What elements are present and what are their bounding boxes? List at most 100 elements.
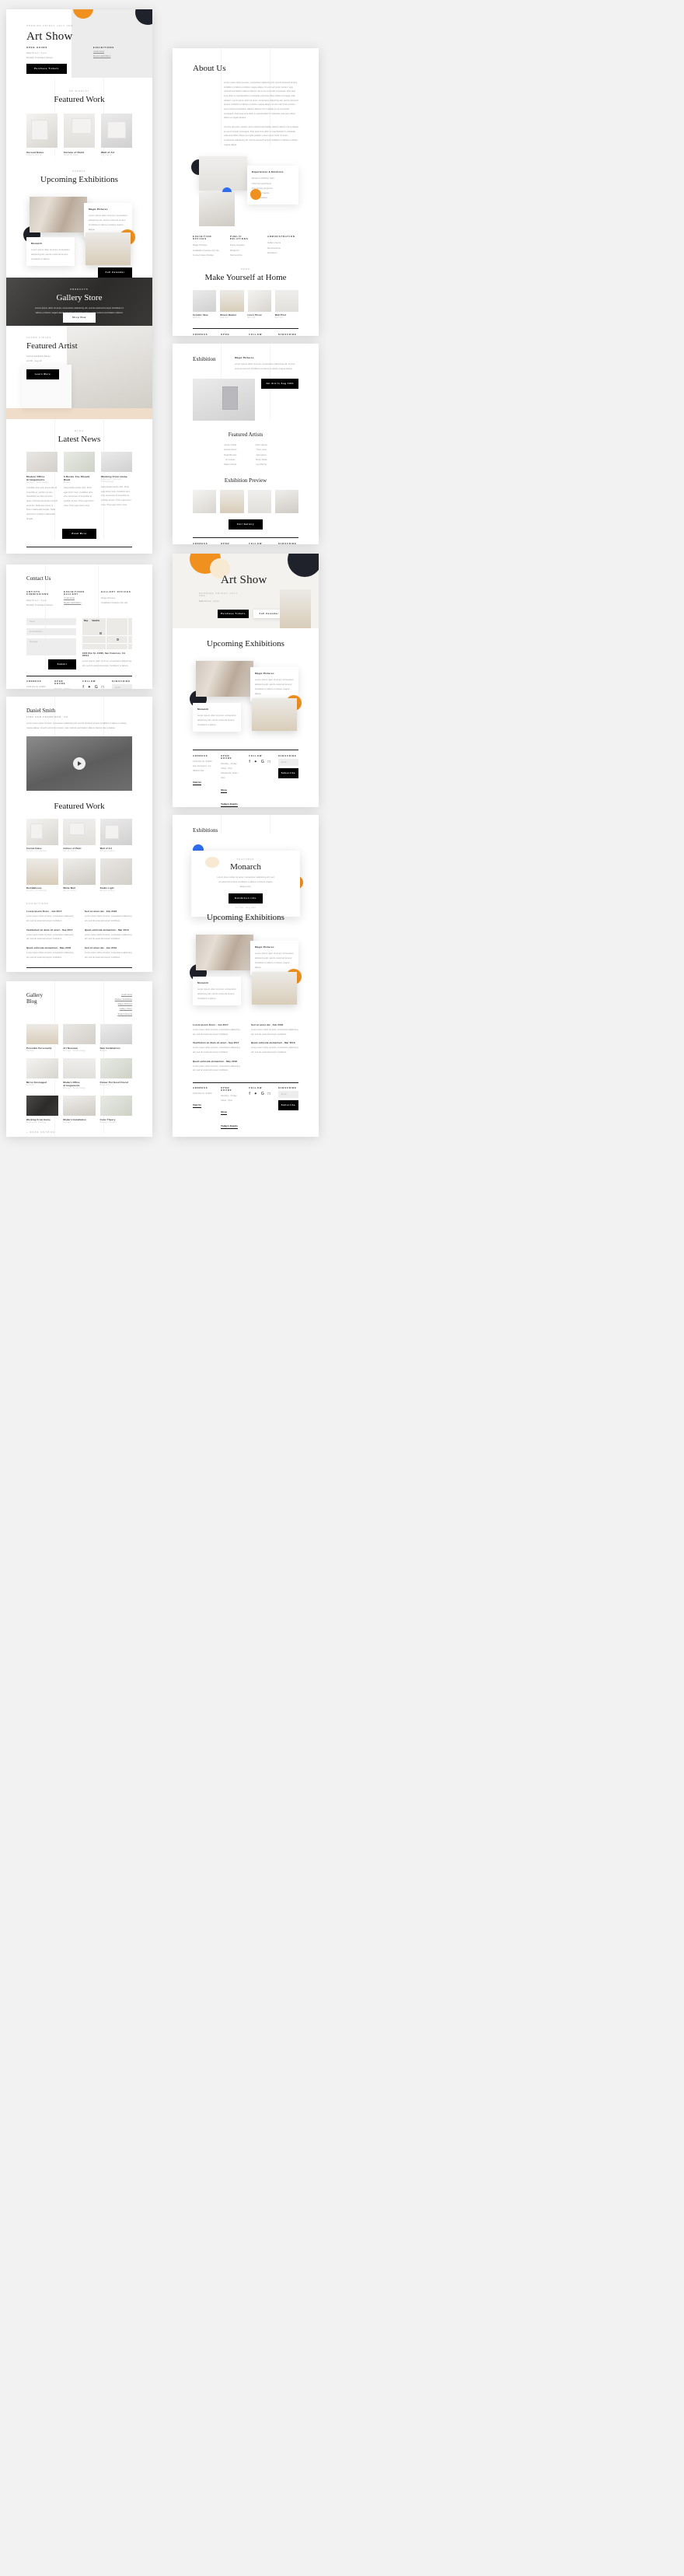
page-contact[interactable]: Contact Us ARTISTS SUBMISSIONS Daily 10 …	[6, 564, 152, 689]
product-card[interactable]: Woven Basket $32.00	[220, 289, 244, 319]
blog-more-kicker[interactable]: + MORE ENTRIES	[26, 1131, 132, 1134]
exhibition-name: Monarch	[197, 981, 209, 984]
twitter-icon[interactable]: ✦	[254, 760, 257, 764]
work-card[interactable]: White Wall Oil on linen	[63, 858, 96, 892]
page-home[interactable]: OPENING FRIDAY JULY 3RD Art Show OPEN HO…	[6, 9, 152, 554]
hero-hours-label: OPEN HOURS	[26, 47, 48, 49]
exhibition-entry-title: Lorem Ipsum Dolor - Jun 2017	[26, 910, 62, 914]
subscribe-button[interactable]: Subscribe	[277, 768, 298, 778]
blog-card[interactable]: Art Nouveau Design, Technology	[63, 1023, 96, 1052]
facebook-icon[interactable]: f	[249, 1092, 250, 1096]
exhibition-hero-image	[193, 379, 255, 421]
preview-thumb[interactable]	[193, 489, 217, 513]
email-input[interactable]: Email	[111, 684, 132, 689]
page-exhibitions-list[interactable]: Exhibitions FEATURED Monarch Lorem ipsum…	[173, 815, 319, 1137]
work-card[interactable]: Curved Glass Amelia Stone	[26, 114, 58, 156]
facebook-icon[interactable]: f	[82, 686, 83, 689]
purchase-tickets-button[interactable]: Purchase Tickets	[218, 610, 249, 618]
map-tab-map[interactable]: Map	[84, 620, 88, 622]
google-plus-icon[interactable]: G	[261, 760, 264, 764]
blog-card[interactable]: Flower Pot Good Friend Business	[99, 1057, 132, 1089]
exhibition-entry: Sed sit amet dui - Feb 2018 Lorem ipsum …	[85, 910, 132, 923]
footer-link-today-events[interactable]: Today's Events	[221, 802, 238, 807]
google-plus-icon[interactable]: G	[95, 686, 98, 689]
exhibition-info-button[interactable]: Exhibition Info	[229, 893, 263, 904]
footer-link-today-events[interactable]: Today's Events	[221, 1124, 238, 1130]
blog-card[interactable]: New Installations Books	[99, 1023, 132, 1052]
blog-card[interactable]: Modern Office Arrangements Design, Techn…	[63, 1057, 96, 1089]
play-icon[interactable]	[73, 757, 86, 771]
page-artist-profile[interactable]: Daniel Smith 1982 San Fransisco, CA Lore…	[6, 697, 152, 972]
footer-hours-line: Monday - Friday: 10am - 5pm	[54, 687, 75, 689]
page-home-alt[interactable]: Art Show OPENING FRIDAY JULY 3RD Daily 1…	[173, 554, 319, 807]
blog-card[interactable]: Modern Installation Design	[63, 1095, 96, 1124]
preview-thumb[interactable]	[274, 489, 298, 513]
hero-exhibition-link-2[interactable]: Modern Exhibition	[93, 54, 135, 58]
news-card[interactable]: Working From Home Business, Design, Tech…	[101, 452, 132, 521]
contact-submit-button[interactable]: Submit	[48, 659, 76, 670]
work-card[interactable]: Culture of Paint Noah Brooks	[64, 114, 95, 156]
blog-side-link[interactable]: Today's Events	[115, 1012, 132, 1016]
contact-col-link[interactable]: Modern Exhibition	[64, 600, 95, 605]
twitter-icon[interactable]: ✦	[88, 686, 91, 689]
work-card[interactable]: Culture of Paint Oil on linen	[63, 819, 96, 852]
subscribe-button[interactable]: Subscribe	[277, 1100, 298, 1111]
full-gallery-button[interactable]: Full Gallery	[229, 519, 263, 530]
shop-now-button[interactable]: Shop Now	[63, 313, 96, 323]
footer-link-shop[interactable]: Shop	[221, 788, 227, 793]
product-card[interactable]: Ceramic Vase $48.00	[193, 289, 217, 319]
work-card[interactable]: Wall of Art Mixed media	[99, 819, 132, 852]
artist-name: Noah Brooks	[224, 453, 237, 456]
contact-col-label: ARTISTS SUBMISSIONS	[26, 591, 49, 596]
exhibition-image	[196, 935, 253, 970]
product-card[interactable]: Linen Throw $64.00	[247, 289, 271, 319]
footer-link-visit-us[interactable]: Visit Us	[193, 1103, 201, 1109]
instagram-icon[interactable]: □	[268, 760, 270, 764]
preview-thumb[interactable]	[220, 489, 244, 513]
footer-link-visit-us[interactable]: Visit Us	[193, 781, 201, 786]
contact-map[interactable]: Map Satellite	[82, 618, 132, 650]
news-card[interactable]: Modern Office Arrangements Design, Techn…	[26, 452, 58, 521]
google-plus-icon[interactable]: G	[261, 1092, 264, 1096]
preview-thumb[interactable]	[247, 489, 271, 513]
page-exhibition[interactable]: Exhibition Magic Pictures Lorem ipsum do…	[173, 344, 319, 544]
page-blog[interactable]: Gallery Blog Youth Artist Modern Exhibit…	[6, 981, 152, 1137]
email-input[interactable]: Email	[277, 759, 298, 766]
news-card[interactable]: 6 Books You Should Read Books Sed portti…	[64, 452, 95, 521]
work-card[interactable]: Red Balloons Acrylic on canvas	[26, 858, 59, 892]
product-card[interactable]: Wall Print $26.00	[274, 289, 298, 319]
footer-subscribe-label: SUBSCRIBE	[277, 542, 297, 544]
exhibition-image	[30, 197, 87, 232]
map-tab-satellite[interactable]: Satellite	[92, 620, 99, 622]
email-input[interactable]: Email	[277, 1091, 298, 1099]
map-address: 1234 Divi St. #1000, San Francisco, CA 9…	[82, 652, 126, 658]
footer-link-shop[interactable]: Shop	[221, 1110, 227, 1116]
work-card[interactable]: Wall of Art Ivy Carter	[101, 114, 132, 156]
make-home-kicker: SHOP	[241, 267, 250, 271]
full-calendar-button[interactable]: Full Calendar	[98, 267, 132, 278]
facebook-icon[interactable]: f	[249, 760, 250, 764]
artist-learn-more-button[interactable]: Learn More	[26, 369, 59, 380]
about-portrait	[199, 192, 235, 227]
purchase-tickets-button[interactable]: Purchase Tickets	[26, 64, 67, 74]
exhibition-desc: Lorem ipsum dolor sit amet, consectetur …	[255, 678, 294, 696]
exhibition-desc: Lorem ipsum dolor sit amet, consectetur …	[197, 714, 236, 727]
instagram-icon[interactable]: □	[268, 1092, 270, 1096]
footer-address-label: ADDRESS	[193, 542, 208, 544]
footer-subscribe-label: SUBSCRIBE	[277, 755, 297, 757]
page-about[interactable]: About Us Lorem ipsum dolor sit amet, con…	[173, 48, 319, 336]
work-card[interactable]: Curved Glass Acrylic on canvas	[26, 819, 59, 852]
blog-card[interactable]: Color Theory Design, Books	[99, 1095, 132, 1124]
instagram-icon[interactable]: □	[102, 686, 104, 689]
footer-address-line: 1234 Divi St. #1000	[26, 685, 46, 689]
exhibition-name: Monarch	[197, 708, 209, 711]
twitter-icon[interactable]: ✦	[254, 1092, 257, 1096]
read-more-button[interactable]: Read More	[62, 529, 96, 540]
contact-email-input[interactable]: Email Address	[26, 628, 76, 636]
contact-message-input[interactable]: Message	[26, 638, 76, 656]
work-card[interactable]: Studio Light Mixed media	[99, 858, 132, 892]
upcoming-kicker: EVENTS	[72, 170, 86, 173]
contact-name-input[interactable]: Name	[26, 618, 76, 626]
profile-video[interactable]	[26, 736, 132, 792]
blog-card-meta: Design, Technology	[63, 1086, 86, 1089]
